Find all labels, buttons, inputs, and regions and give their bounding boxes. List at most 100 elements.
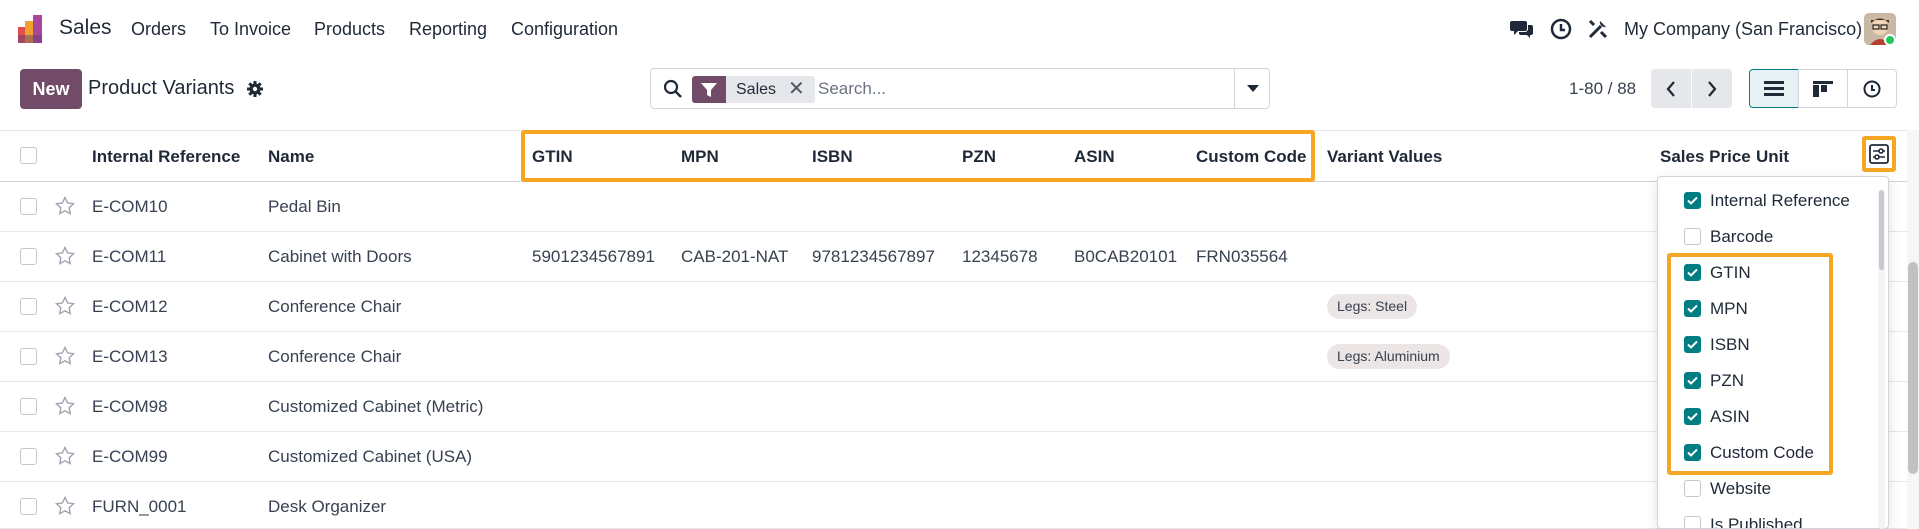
highlight-frame-dropdown — [1667, 253, 1833, 475]
optional-column-is-published[interactable]: Is Published — [1658, 507, 1888, 529]
search-options-toggle[interactable] — [1234, 69, 1270, 108]
page-title: Product Variants — [88, 77, 235, 99]
column-variant-values[interactable]: Variant Values — [1327, 147, 1442, 167]
table-row[interactable]: E-COM11 Cabinet with Doors 5901234567891… — [0, 232, 1919, 282]
cell-mpn: CAB-201-NAT — [681, 247, 789, 266]
optional-column-label: Website — [1710, 479, 1772, 498]
table-row[interactable]: E-COM98 Customized Cabinet (Metric) — [0, 382, 1919, 432]
star-icon[interactable] — [55, 496, 75, 516]
cell-internal-reference: E-COM11 — [92, 247, 167, 266]
sliders-icon — [1869, 144, 1889, 164]
row-checkbox[interactable] — [20, 348, 37, 365]
star-icon[interactable] — [55, 196, 75, 216]
cell-name: Cabinet with Doors — [268, 247, 412, 266]
menu-products[interactable]: Products — [314, 19, 385, 40]
optional-column-label: Internal Reference — [1710, 191, 1850, 210]
star-icon[interactable] — [55, 346, 75, 366]
clock-icon[interactable] — [1548, 16, 1574, 42]
cell-internal-reference: E-COM98 — [92, 397, 168, 416]
cell-name: Customized Cabinet (USA) — [268, 447, 473, 466]
column-name[interactable]: Name — [268, 147, 314, 167]
chat-icon[interactable] — [1509, 16, 1535, 42]
cell-gtin: 5901234567891 — [532, 247, 655, 266]
menu-to-invoice[interactable]: To Invoice — [210, 19, 291, 40]
cell-name: Conference Chair — [268, 297, 402, 316]
facet-remove-icon[interactable]: ✕ — [784, 76, 815, 103]
cell-internal-reference: E-COM12 — [92, 297, 168, 316]
activity-view-button[interactable] — [1847, 69, 1897, 108]
cell-name: Customized Cabinet (Metric) — [268, 397, 484, 416]
menu-configuration[interactable]: Configuration — [511, 19, 618, 40]
checkbox-unchecked[interactable] — [1684, 480, 1701, 497]
row-checkbox[interactable] — [20, 298, 37, 315]
column-internal-reference[interactable]: Internal Reference — [92, 147, 240, 167]
cell-isbn: 9781234567897 — [812, 247, 935, 266]
list-icon — [1764, 80, 1784, 96]
tools-icon[interactable] — [1585, 16, 1611, 42]
optional-column-barcode[interactable]: Barcode — [1658, 219, 1888, 255]
table-row[interactable]: E-COM12 Conference Chair Legs: Steel — [0, 282, 1919, 332]
table-row[interactable]: E-COM10 Pedal Bin — [0, 182, 1919, 232]
optional-columns-toggle[interactable] — [1862, 136, 1896, 172]
variant-value-tag: Legs: Aluminium — [1327, 344, 1450, 369]
pager-previous-button[interactable] — [1651, 69, 1691, 108]
optional-column-internal-reference[interactable]: Internal Reference — [1658, 183, 1888, 219]
menu-reporting[interactable]: Reporting — [409, 19, 487, 40]
column-unit[interactable]: Unit — [1756, 147, 1789, 167]
online-status-icon — [1884, 34, 1896, 46]
cell-pzn: 12345678 — [962, 247, 1038, 266]
gear-icon[interactable] — [246, 80, 264, 98]
table-row[interactable]: E-COM13 Conference Chair Legs: Aluminium — [0, 332, 1919, 382]
search-input[interactable] — [816, 71, 1236, 106]
column-sales-price[interactable]: Sales Price — [1660, 147, 1751, 167]
company-switcher[interactable]: My Company (San Francisco) — [1624, 19, 1862, 40]
cell-name: Desk Organizer — [268, 497, 387, 516]
highlight-frame-columns — [521, 130, 1315, 182]
app-name[interactable]: Sales — [59, 16, 112, 40]
kanban-view-button[interactable] — [1798, 69, 1848, 108]
variant-value-tag: Legs: Steel — [1327, 294, 1418, 319]
optional-column-label: Is Published — [1710, 515, 1803, 529]
cell-custom-code: FRN035564 — [1196, 247, 1288, 266]
dropdown-scrollbar-thumb[interactable] — [1879, 190, 1884, 270]
row-checkbox[interactable] — [20, 498, 37, 515]
chevron-left-icon — [1666, 80, 1675, 97]
new-button[interactable]: New — [20, 69, 82, 109]
sales-app-icon[interactable] — [18, 15, 47, 43]
star-icon[interactable] — [55, 246, 75, 266]
checkbox-checked[interactable] — [1684, 192, 1701, 209]
caret-down-icon — [1246, 84, 1259, 92]
cell-internal-reference: E-COM99 — [92, 447, 168, 466]
facet-label: Sales — [726, 76, 785, 103]
clock-icon — [1863, 80, 1881, 97]
menu-orders[interactable]: Orders — [131, 19, 186, 40]
cell-name: Conference Chair — [268, 347, 402, 366]
row-checkbox[interactable] — [20, 198, 37, 215]
select-all-checkbox[interactable] — [20, 147, 37, 164]
cell-asin: B0CAB20101 — [1074, 247, 1178, 266]
page-scrollbar-thumb[interactable] — [1908, 262, 1918, 474]
cell-internal-reference: E-COM10 — [92, 197, 168, 216]
chevron-right-icon — [1708, 80, 1717, 97]
list-view-button[interactable] — [1749, 69, 1799, 108]
table-row[interactable]: E-COM99 Customized Cabinet (USA) — [0, 432, 1919, 482]
star-icon[interactable] — [55, 446, 75, 466]
optional-column-website[interactable]: Website — [1658, 471, 1888, 507]
checkbox-unchecked[interactable] — [1684, 516, 1701, 528]
checkbox-unchecked[interactable] — [1684, 228, 1701, 245]
cell-name: Pedal Bin — [268, 197, 341, 216]
row-checkbox[interactable] — [20, 448, 37, 465]
kanban-icon — [1813, 80, 1833, 97]
optional-column-label: Barcode — [1710, 227, 1774, 246]
search-facet: Sales ✕ — [692, 76, 815, 103]
star-icon[interactable] — [55, 396, 75, 416]
checkmark-icon — [1687, 196, 1698, 205]
row-checkbox[interactable] — [20, 398, 37, 415]
table-row[interactable]: FURN_0001 Desk Organizer — [0, 482, 1919, 529]
pager-value[interactable]: 1-80 / 88 — [1569, 79, 1636, 99]
pager-next-button[interactable] — [1692, 69, 1732, 108]
search-icon[interactable] — [663, 79, 683, 99]
star-icon[interactable] — [55, 296, 75, 316]
row-checkbox[interactable] — [20, 248, 37, 265]
cell-internal-reference: E-COM13 — [92, 347, 168, 366]
